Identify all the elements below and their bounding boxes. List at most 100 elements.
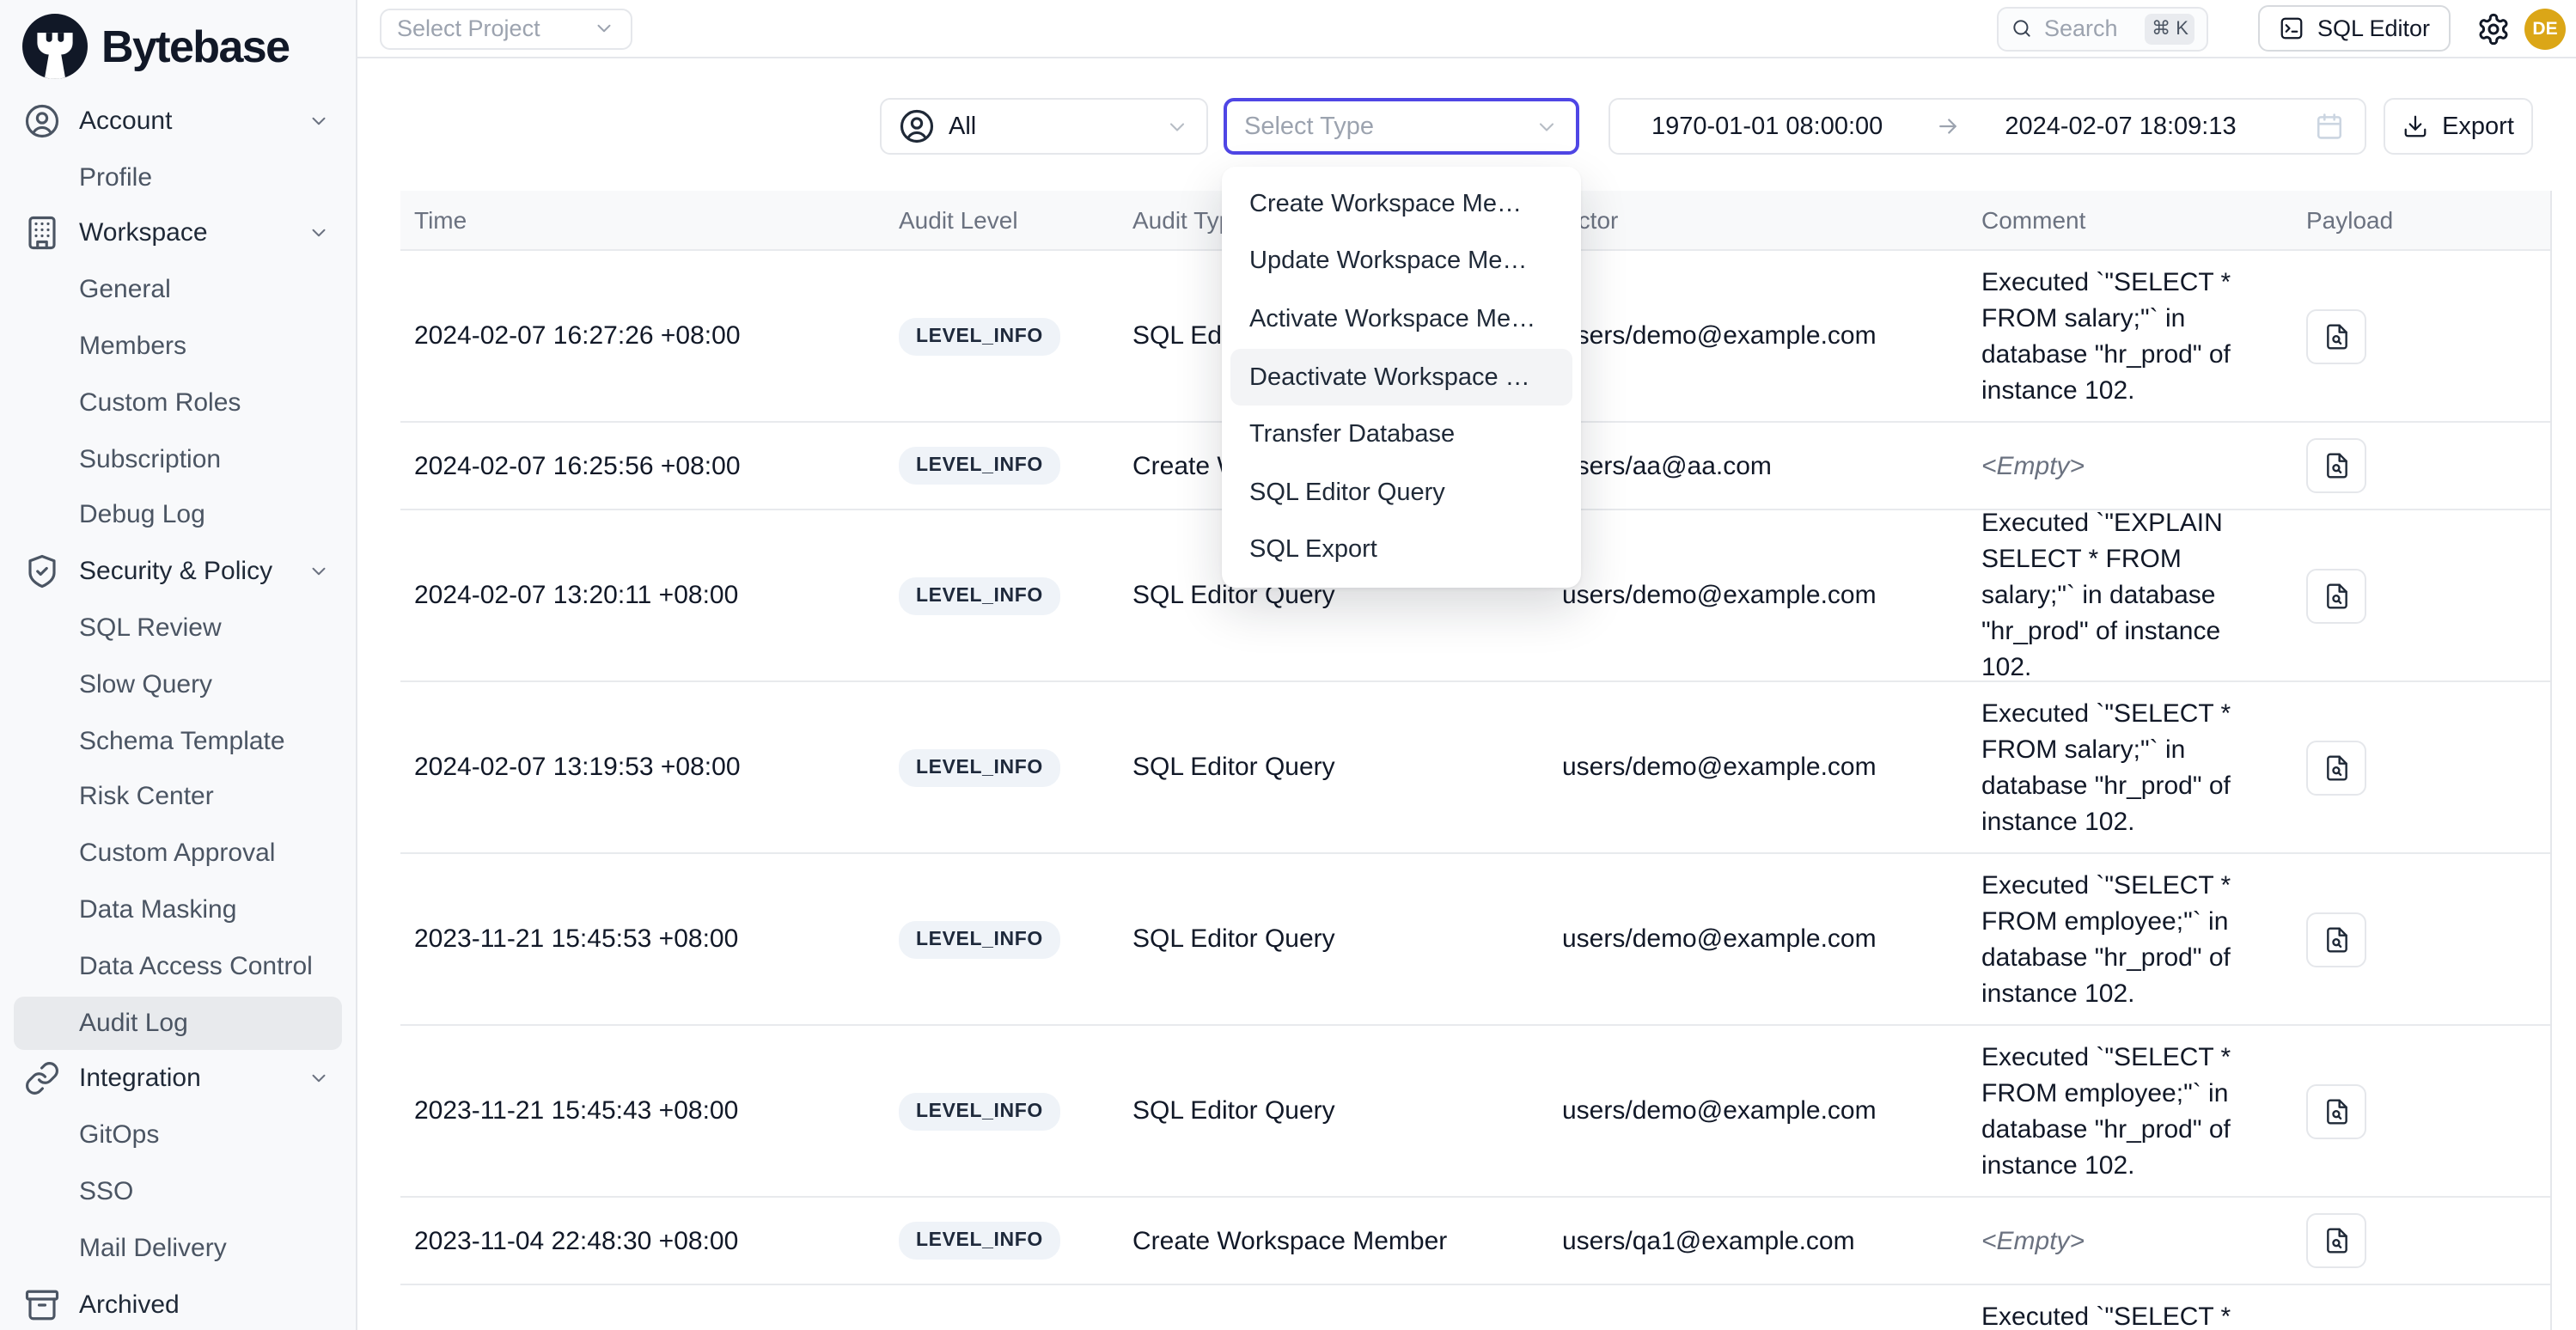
cell-payload [2292,438,2552,493]
sidebar-item-schema-template[interactable]: Schema Template [0,713,356,770]
sidebar-item-archived[interactable]: Archived [0,1276,356,1330]
terminal-icon [2280,15,2305,41]
sidebar-item-label: Risk Center [79,783,214,812]
brand-name: Bytebase [101,20,289,73]
type-menu-option-transfer-database[interactable]: Transfer Database [1230,406,1572,464]
sidebar-item-custom-approval[interactable]: Custom Approval [0,826,356,882]
cell-audit-level: LEVEL_INFO [885,748,1119,786]
sidebar-item-gitops[interactable]: GitOps [0,1107,356,1164]
cell-comment: Executed `"SELECT * FROM employee;"` in … [1968,1039,2292,1183]
sidebar-item-slow-query[interactable]: Slow Query [0,656,356,713]
brand-logo[interactable]: Bytebase [22,14,289,79]
column-header-actor: Actor [1548,206,1968,234]
cell-comment: Executed `"SELECT * FROM salary;"` in da… [1968,695,2292,839]
payload-view-button[interactable] [2306,568,2366,623]
sidebar-item-risk-center[interactable]: Risk Center [0,769,356,826]
payload-view-button[interactable] [2306,438,2366,493]
payload-view-button[interactable] [2306,740,2366,795]
cell-audit-level: LEVEL_INFO [885,447,1119,485]
file-search-icon [2323,322,2350,350]
sidebar-item-label: Security & Policy [79,558,272,587]
sidebar-item-audit-log[interactable]: Audit Log [14,997,342,1050]
cell-payload [2292,308,2552,363]
sidebar-item-label: General [79,276,171,305]
gear-icon [2476,11,2511,46]
cell-actor: users/qa1@example.com [1548,1226,1968,1255]
type-menu-option-sql-export[interactable]: SQL Export [1230,522,1572,579]
sidebar-nav: AccountProfileWorkspaceGeneralMembersCus… [0,93,356,1330]
sidebar-item-workspace[interactable]: Workspace [0,205,356,262]
cell-actor: users/demo@example.com [1548,321,1968,351]
cell-comment: Executed `"SELECT * FROM salary;"` in da… [1968,264,2292,408]
sidebar-item-security-policy[interactable]: Security & Policy [0,544,356,601]
sidebar-item-label: Subscription [79,444,221,473]
arrow-right-icon [1934,113,1960,139]
sql-editor-label: SQL Editor [2317,15,2430,41]
sidebar-item-sql-review[interactable]: SQL Review [0,600,356,656]
settings-gear-icon[interactable] [2476,11,2511,46]
topbar-actions: Search ⌘ K SQL Editor DE [1998,5,2566,52]
sidebar-item-label: Account [79,107,172,136]
table-row: 2023-11-21 15:45:43 +08:00LEVEL_INFOSQL … [400,1026,2550,1198]
search-input[interactable]: Search ⌘ K [1998,6,2209,51]
calendar-icon [2315,112,2344,141]
sidebar-item-subscription[interactable]: Subscription [0,431,356,488]
cell-comment: <Empty> [1968,448,2292,484]
file-search-icon [2323,452,2350,479]
payload-view-button[interactable] [2306,308,2366,363]
type-filter-select[interactable]: Select Type [1224,98,1579,155]
sidebar-item-profile[interactable]: Profile [0,149,356,206]
chevron-icon [593,17,615,40]
date-range-picker[interactable]: 1970-01-01 08:00:00 2024-02-07 18:09:13 [1608,98,2366,155]
cell-time: 2023-11-21 15:45:53 +08:00 [400,924,885,954]
chevron-down-icon [1165,114,1189,138]
user-circle-icon [899,108,935,144]
link-icon [24,1061,60,1097]
type-menu-option-activate-workspace-me[interactable]: Activate Workspace Me… [1230,290,1572,348]
sidebar-item-integration[interactable]: Integration [0,1051,356,1107]
actor-filter-value: All [949,113,976,140]
sidebar-item-mail-delivery[interactable]: Mail Delivery [0,1220,356,1277]
column-header-level: Audit Level [885,206,1119,234]
cell-time: 2024-02-07 16:27:26 +08:00 [400,321,885,351]
sidebar-item-members[interactable]: Members [0,318,356,375]
table-row: 2024-02-07 13:19:53 +08:00LEVEL_INFOSQL … [400,682,2550,854]
level-badge: LEVEL_INFO [899,1092,1060,1130]
actor-filter-select[interactable]: All [880,98,1208,155]
type-menu-option-create-workspace-me[interactable]: Create Workspace Me… [1230,175,1572,233]
payload-view-button[interactable] [2306,912,2366,967]
calendar-icon [2315,112,2344,141]
sql-editor-button[interactable]: SQL Editor [2259,5,2451,52]
cell-actor: users/aa@aa.com [1548,451,1968,480]
type-menu-option-deactivate-workspace[interactable]: Deactivate Workspace … [1230,349,1572,406]
level-badge: LEVEL_INFO [899,1222,1060,1260]
payload-view-button[interactable] [2306,1213,2366,1268]
sidebar-item-label: Profile [79,162,152,192]
type-menu-option-update-workspace-me[interactable]: Update Workspace Me… [1230,233,1572,290]
table-row: 2023-11-21 15:45:53 +08:00LEVEL_INFOSQL … [400,854,2550,1026]
search-icon [2011,17,2034,40]
sidebar-item-account[interactable]: Account [0,93,356,149]
sidebar-item-data-access-control[interactable]: Data Access Control [0,938,356,995]
type-filter-menu: Create Workspace Me…Update Workspace Me…… [1222,167,1581,588]
payload-view-button[interactable] [2306,1083,2366,1138]
sidebar-item-label: Data Masking [79,895,236,924]
cell-payload [2292,1083,2552,1138]
sidebar-item-custom-roles[interactable]: Custom Roles [0,375,356,431]
cell-audit-type: SQL Editor Query [1119,924,1548,954]
sidebar-item-debug-log[interactable]: Debug Log [0,487,356,544]
chevron-icon [308,561,330,583]
type-menu-option-sql-editor-query[interactable]: SQL Editor Query [1230,464,1572,522]
sidebar-item-label: Debug Log [79,501,205,530]
sidebar-item-data-masking[interactable]: Data Masking [0,882,356,938]
user-avatar[interactable]: DE [2524,8,2566,49]
project-select[interactable]: Select Project [380,8,632,49]
cell-time: 2024-02-07 13:19:53 +08:00 [400,753,885,782]
download-icon [2402,113,2428,139]
export-button[interactable]: Export [2384,98,2533,155]
archive-icon [24,1286,60,1322]
cell-actor: users/demo@example.com [1548,1096,1968,1126]
sidebar-item-general[interactable]: General [0,262,356,319]
sidebar-item-sso[interactable]: SSO [0,1163,356,1220]
sidebar-item-label: Archived [79,1290,180,1319]
